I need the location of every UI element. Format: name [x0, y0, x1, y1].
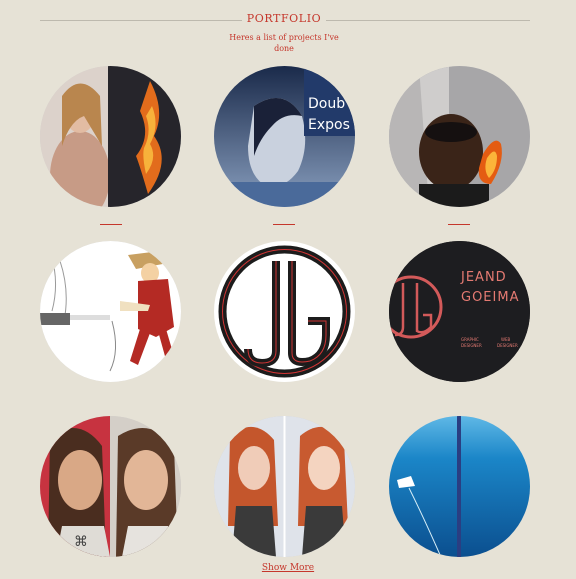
- double-exposure-text-1: Doub: [308, 96, 345, 112]
- row-divider: [100, 224, 122, 225]
- project-thumb-redhead-retouch-before-after[interactable]: [214, 416, 355, 557]
- card-role1-line2: DESIGNER: [461, 343, 482, 348]
- portfolio-title: PORTFOLIO: [246, 12, 322, 25]
- row-divider: [448, 224, 470, 225]
- card-name-line2: GOEIMA: [461, 290, 519, 305]
- card-name-line1: JEAND: [460, 270, 507, 285]
- header-rule-left: [40, 20, 242, 21]
- svg-text:⌘: ⌘: [74, 534, 88, 550]
- jg-logo-icon: [218, 245, 351, 378]
- card-role1-line1: GRAPHIC: [461, 337, 479, 342]
- project-thumb-jg-logo[interactable]: [214, 241, 355, 382]
- card-role2-line2: DESIGNER: [497, 343, 518, 348]
- double-exposure-text-2: Expos: [308, 117, 350, 133]
- project-thumb-business-card[interactable]: JEAND GOEIMA GRAPHIC DESIGNER WEB DESIGN…: [389, 241, 530, 382]
- project-thumb-double-exposure[interactable]: Doub Expos: [214, 66, 355, 207]
- project-thumb-samurai-illustration[interactable]: [40, 241, 181, 382]
- show-more-link[interactable]: Show More: [230, 563, 346, 573]
- project-thumb-fire-hand-selfie[interactable]: [389, 66, 530, 207]
- header-rule-right: [326, 20, 530, 21]
- project-thumb-dark-fire-portrait[interactable]: [40, 66, 181, 207]
- project-thumb-woman-retouch-before-after[interactable]: ⌘: [40, 416, 181, 557]
- row-divider: [273, 224, 295, 225]
- project-thumb-ocean-boat[interactable]: [389, 416, 530, 557]
- portfolio-subtitle: Heres a list of projects I've done: [229, 33, 339, 53]
- card-role2-line1: WEB: [501, 337, 510, 342]
- portfolio-header: PORTFOLIO: [0, 12, 576, 32]
